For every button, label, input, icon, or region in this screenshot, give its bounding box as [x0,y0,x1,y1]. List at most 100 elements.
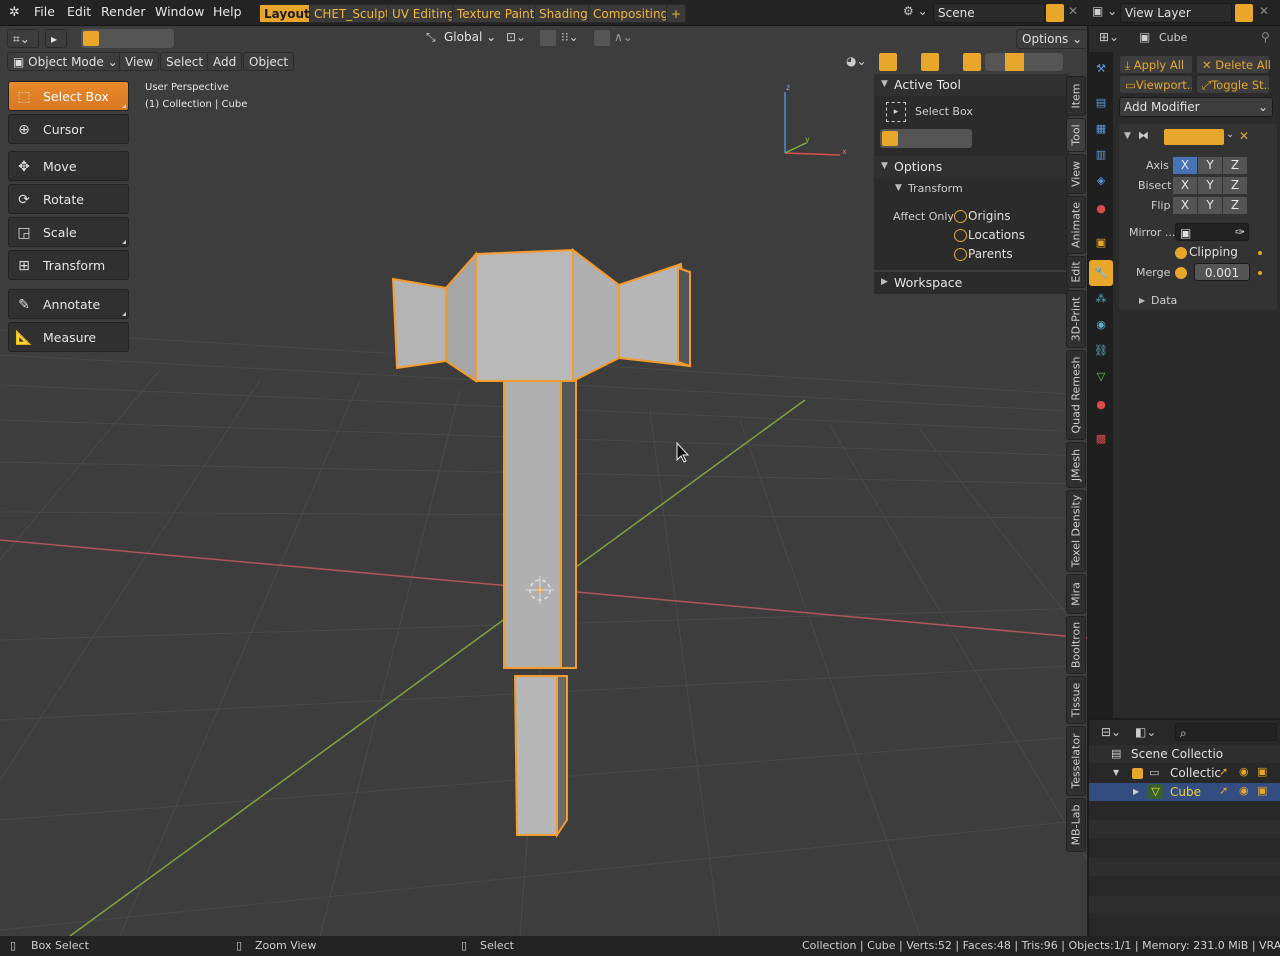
tab-tesselator[interactable]: Tesselator [1066,726,1086,796]
merge-keyframe-dot[interactable] [1258,271,1262,275]
menu-add[interactable]: Add [207,52,243,71]
expand-triangle-icon[interactable]: ▼ [1113,768,1119,777]
origins-checkbox[interactable] [954,210,967,223]
gizmo-toggle-icon[interactable] [879,53,897,71]
collection-checkbox[interactable] [1132,768,1143,779]
selectable-toggle-icon[interactable]: ➚ [1219,784,1228,797]
tab-uv-editing[interactable]: UV Editing [387,4,460,23]
scene-selector-icon[interactable]: ⚙ ⌄ [903,4,928,18]
tab-booltron[interactable]: Booltron [1066,616,1086,674]
tool-props-tab-icon[interactable]: ⚒ [1092,60,1110,78]
selection-mode-buttons[interactable] [880,129,972,148]
blender-logo-icon[interactable]: ✲ [9,5,20,20]
proportional-edit-icon[interactable] [594,30,610,46]
scene-close-icon[interactable]: ✕ [1068,4,1078,18]
tool-annotate[interactable]: ✎ Annotate [8,289,129,319]
shading-modes-group[interactable] [985,53,1063,71]
output-props-tab-icon[interactable]: ▦ [1092,120,1110,138]
options-header[interactable]: ▼ Options [874,156,1069,178]
options-dropdown[interactable]: Options ⌄ [1016,29,1087,49]
clipping-checkbox[interactable] [1175,247,1187,259]
visibility-icon[interactable]: ◕⌄ [846,54,867,68]
physics-props-tab-icon[interactable]: ◉ [1092,316,1110,334]
modifier-remove-icon[interactable]: ✕ [1239,129,1249,143]
bisect-x-toggle[interactable]: X [1173,177,1197,194]
flip-z-toggle[interactable]: Z [1223,197,1247,214]
expand-triangle-icon[interactable]: ▶ [1133,787,1139,796]
tool-scale[interactable]: ◲ Scale [8,217,129,247]
object-mode-dropdown[interactable]: ▣ Object Mode ⌄ [7,52,124,71]
texture-props-tab-icon[interactable]: ▩ [1092,430,1110,448]
tool-move[interactable]: ✥ Move [8,151,129,181]
transform-orientation-dropdown[interactable]: Global ⌄ [444,30,496,44]
tab-texture-paint[interactable]: Texture Paint [452,4,540,23]
visibility-eye-icon[interactable]: ◉ [1239,765,1249,778]
pivot-point-icon[interactable]: ⊡⌄ [506,30,526,44]
scene-props-tab-icon[interactable]: ◈ [1092,172,1110,190]
tool-measure[interactable]: 📐 Measure [8,322,129,352]
viewport-toggle-button[interactable]: ▭Viewport... [1119,75,1193,94]
tab-shading[interactable]: Shading [534,4,593,23]
falloff-icon[interactable]: ∧⌄ [614,30,633,44]
world-props-tab-icon[interactable]: ● [1092,200,1110,218]
tool-rotate[interactable]: ⟳ Rotate [8,184,129,214]
render-camera-icon[interactable]: ▣ [1257,784,1267,797]
data-subpanel-label[interactable]: Data [1151,294,1177,307]
locations-checkbox[interactable] [954,229,967,242]
editor-type-button[interactable]: ⌗⌄ [7,29,39,48]
tab-compositing[interactable]: Compositing [588,4,674,23]
tab-jmesh[interactable]: JMesh [1066,442,1086,488]
collapse-triangle-icon[interactable]: ▼ [1124,131,1131,141]
mode-new-icon[interactable] [83,31,99,46]
collection-row[interactable]: ▼ ▭ Collectic ➚ ◉ ▣ [1089,764,1280,782]
pin-icon[interactable]: ⚲ [1261,30,1270,44]
scene-collection-row[interactable]: ▤ Scene Collectio [1089,745,1280,763]
modifier-props-tab-icon[interactable]: 🔧 [1089,260,1113,286]
apply-all-button[interactable]: ⤓ Apply All [1119,55,1193,74]
parents-checkbox[interactable] [954,248,967,261]
view-layer-field[interactable]: View Layer [1120,3,1232,23]
view-layer-close-icon[interactable]: ✕ [1259,4,1269,18]
select-mode-icon[interactable]: ▸ [45,29,67,48]
view-layer-icon[interactable]: ▣ ⌄ [1092,4,1117,18]
tab-item[interactable]: Item [1066,76,1086,116]
solid-shading-icon[interactable] [1005,53,1024,71]
tab-layout[interactable]: Layout [259,4,315,23]
merge-distance-field[interactable]: 0.001 [1194,263,1250,281]
tool-transform[interactable]: ⊞ Transform [8,250,129,280]
mirror-object-field[interactable]: ▣ ✑ [1175,223,1249,241]
tab-animate[interactable]: Animate [1066,196,1086,254]
tab-chet-sculpt[interactable]: CHET_Sculpt [309,4,395,23]
menu-object[interactable]: Object [243,52,295,71]
properties-editor-type-icon[interactable]: ⊞⌄ [1099,30,1119,44]
data-props-tab-icon[interactable]: ▽ [1092,368,1110,386]
particles-props-tab-icon[interactable]: ⁂ [1092,290,1110,308]
active-tool-header[interactable]: ▼ Active Tool [874,74,1069,96]
add-workspace-button[interactable]: + [666,4,687,23]
material-props-tab-icon[interactable]: ● [1092,396,1110,414]
menu-select[interactable]: Select [160,52,210,71]
snap-target-icon[interactable]: ⁝⁝⌄ [561,30,579,44]
tool-select-box[interactable]: ⬚ Select Box [8,81,129,111]
menu-window[interactable]: Window [155,4,204,19]
orientation-icon[interactable]: ⤡ [426,30,436,45]
tab-3d-print[interactable]: 3D-Print [1066,290,1086,348]
bisect-y-toggle[interactable]: Y [1198,177,1222,194]
eyedropper-icon[interactable]: ✑ [1235,225,1245,239]
toggle-stack-button[interactable]: ⤢Toggle St... [1196,75,1270,94]
cube-object-row[interactable]: ▶ ▽ Cube ➚ ◉ ▣ [1089,783,1280,801]
mode-set-icon[interactable] [882,131,898,146]
flip-y-toggle[interactable]: Y [1198,197,1222,214]
scene-copy-icon[interactable] [1046,4,1064,22]
menu-render[interactable]: Render [101,4,146,19]
view-layer-copy-icon[interactable] [1235,4,1253,22]
menu-view[interactable]: View [119,52,160,71]
merge-checkbox[interactable] [1175,267,1187,279]
scene-name-field[interactable]: Scene [933,3,1045,23]
outliner-editor-type-icon[interactable]: ⊟⌄ [1101,725,1121,739]
tool-cursor[interactable]: ⊕ Cursor [8,114,129,144]
transform-subheader[interactable]: ▼ Transform [874,179,1069,199]
display-mode-icon[interactable]: ◧⌄ [1135,725,1156,739]
xray-toggle-icon[interactable] [963,53,981,71]
delete-all-button[interactable]: ✕ Delete All [1196,55,1271,74]
